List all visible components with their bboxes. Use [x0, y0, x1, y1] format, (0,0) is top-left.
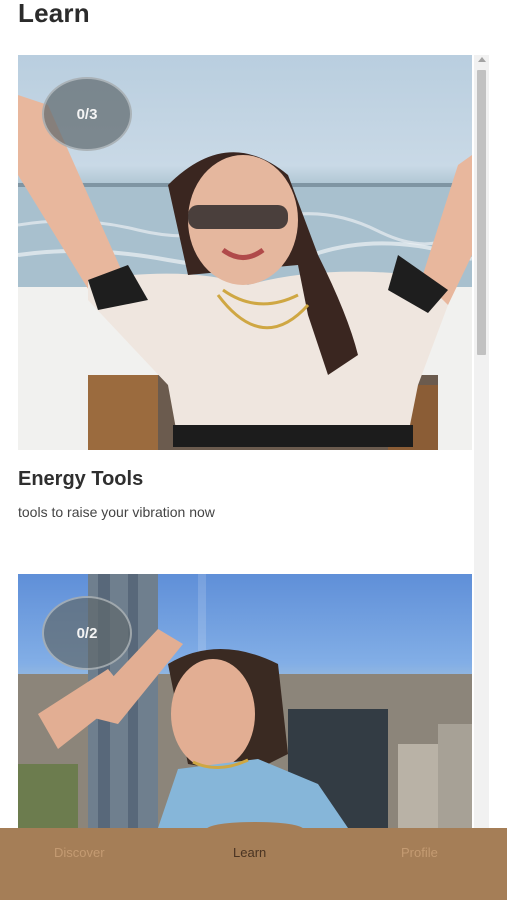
- card-title[interactable]: Energy Tools: [18, 468, 143, 491]
- scrollbar-thumb[interactable]: [477, 70, 486, 355]
- nav-item-learn[interactable]: Learn: [233, 845, 266, 860]
- course-list[interactable]: 0/3 Energy Tools tools to raise your vib…: [18, 55, 489, 828]
- nav-item-profile[interactable]: Profile: [401, 845, 438, 860]
- course-card-2[interactable]: 0/2: [18, 574, 472, 828]
- bottom-navigation: Discover Learn Profile: [0, 822, 507, 900]
- course-card-energy-tools[interactable]: 0/3 Energy Tools tools to raise your vib…: [18, 55, 472, 520]
- course-card-image[interactable]: 0/2: [18, 574, 472, 828]
- progress-badge: 0/3: [42, 77, 132, 151]
- progress-badge: 0/2: [42, 596, 132, 670]
- course-card-image[interactable]: 0/3: [18, 55, 472, 450]
- nav-item-discover[interactable]: Discover: [54, 845, 105, 860]
- page-title: Learn: [18, 0, 90, 28]
- scroll-up-arrow-icon[interactable]: [478, 57, 486, 62]
- card-description: tools to raise your vibration now: [18, 504, 215, 520]
- nav-active-indicator: [207, 822, 303, 836]
